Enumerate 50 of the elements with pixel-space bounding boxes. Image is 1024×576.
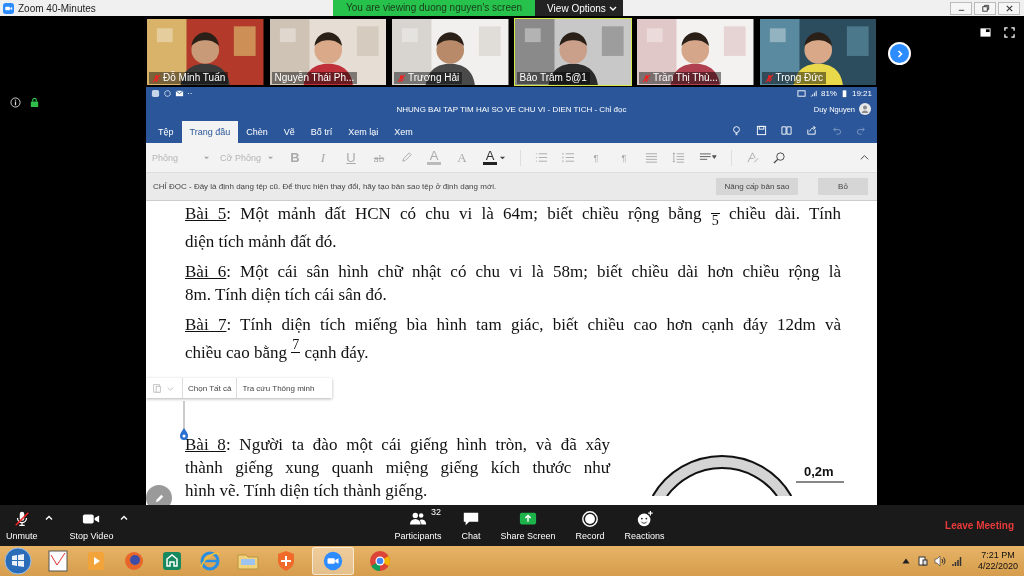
notice-button[interactable]: Nâng cấp bản sao bbox=[716, 178, 798, 195]
ribbon-tab[interactable]: Chèn bbox=[238, 121, 276, 143]
text-color-button[interactable]: A bbox=[483, 150, 497, 165]
selection-action[interactable]: Chọn Tất cả bbox=[182, 378, 237, 398]
toolbar-label: Record bbox=[575, 531, 605, 541]
exercise-text: Bài 8: Người ta đào một cái giếng hình tròn, và đã xây thành giếng xung quanh miệng giếng kích thước như hình vẽ. Tính diện tích thành giếng. bbox=[185, 434, 610, 502]
toolbar-label: Participants bbox=[394, 531, 442, 541]
toolbar-button[interactable]: Chat bbox=[461, 510, 481, 541]
ribbon-tab[interactable]: Bố trí bbox=[302, 121, 341, 143]
video-tile[interactable]: Nguyễn Thái Ph... bbox=[268, 18, 387, 86]
toolbar-button[interactable]: Share Screen bbox=[500, 510, 556, 541]
toolbar-label: Reactions bbox=[624, 531, 665, 541]
exercise-text: Bài 6: Một cái sân hình chữ nhật có chu vi là 58m; biết chiều dài hơn chiều rộng là 8m. Tính diện tích cái sân đó. bbox=[185, 261, 841, 306]
video-tile[interactable]: Bảo Trâm 5@1 bbox=[513, 18, 632, 86]
leave-meeting-button[interactable]: Leave Meeting bbox=[945, 520, 1018, 531]
battery-percent: 81% bbox=[820, 89, 837, 98]
toolbar-button[interactable]: Reactions bbox=[624, 510, 665, 541]
ribbon-tab[interactable]: Vẽ bbox=[275, 121, 303, 143]
participant-name: Trần Thị Thù... bbox=[653, 72, 718, 84]
video-tile[interactable]: Trần Thị Thù... bbox=[636, 18, 755, 86]
toolbar-button[interactable]: Stop Video bbox=[69, 510, 114, 541]
toolbar-label: Chat bbox=[461, 531, 481, 541]
participant-name: Trọng Đức bbox=[775, 72, 823, 84]
toolbar-button[interactable]: 32 Participants bbox=[394, 510, 442, 541]
toolbar-button[interactable]: Record bbox=[575, 510, 605, 541]
video-tile[interactable]: Trọng Đức bbox=[758, 18, 877, 86]
document-title: NHUNG BAI TAP TIM HAI SO VE CHU VI - DIEN TICH - Chỉ đọc bbox=[396, 104, 627, 114]
ribbon-tab[interactable]: Trang đầu bbox=[181, 121, 239, 143]
selection-action[interactable]: Tra cứu Thông minh bbox=[236, 378, 320, 398]
screen-share-banner: You are viewing duong nguyen's screen bbox=[333, 0, 536, 16]
toolbar-button[interactable]: Unmute bbox=[6, 510, 38, 541]
read-only-notice: CHỈ ĐỌC - Đây là định dạng tệp cũ. Để thực hiện thay đổi, hãy tạo bản sao tệp ở định dạng mới. bbox=[153, 182, 497, 191]
exercise-text: Bài 5: Một mảnh đất HCN có chu vi là 64m; biết chiều rộng bằng 5 chiều dài. Tính diện tích mảnh đất đó. bbox=[185, 201, 841, 253]
dimension-label: 0,2m bbox=[804, 464, 834, 479]
status-dots: ·· bbox=[187, 89, 193, 98]
app-title: Zoom 40-Minutes bbox=[18, 2, 96, 14]
ribbon-tab[interactable]: Xem lại bbox=[340, 121, 387, 143]
ribbon-tab[interactable]: Xem bbox=[386, 121, 421, 143]
exercise-text: Bài 7: Tính diện tích miếng bìa hình tam giác, biết chiều cao hơn cạnh đáy 12dm và chiều cao bằng 7 cạnh đáy. bbox=[185, 314, 841, 364]
participant-count: 32 bbox=[430, 507, 441, 517]
participant-name: Đỗ Minh Tuấn bbox=[163, 72, 226, 84]
notice-button[interactable]: Bỏ bbox=[818, 178, 868, 195]
video-tile[interactable]: Đỗ Minh Tuấn bbox=[146, 18, 265, 86]
ribbon-tab[interactable]: Tệp bbox=[150, 121, 182, 143]
clock[interactable]: 7:21 PM 4/22/2020 bbox=[977, 550, 1018, 572]
participant-name: Nguyễn Thái Ph... bbox=[274, 72, 355, 84]
status-clock: 19:21 bbox=[851, 89, 872, 98]
toolbar-label: Share Screen bbox=[500, 531, 556, 541]
view-options-button[interactable]: View Options bbox=[535, 0, 623, 16]
participant-name: Bảo Trâm 5@1 bbox=[519, 72, 587, 84]
